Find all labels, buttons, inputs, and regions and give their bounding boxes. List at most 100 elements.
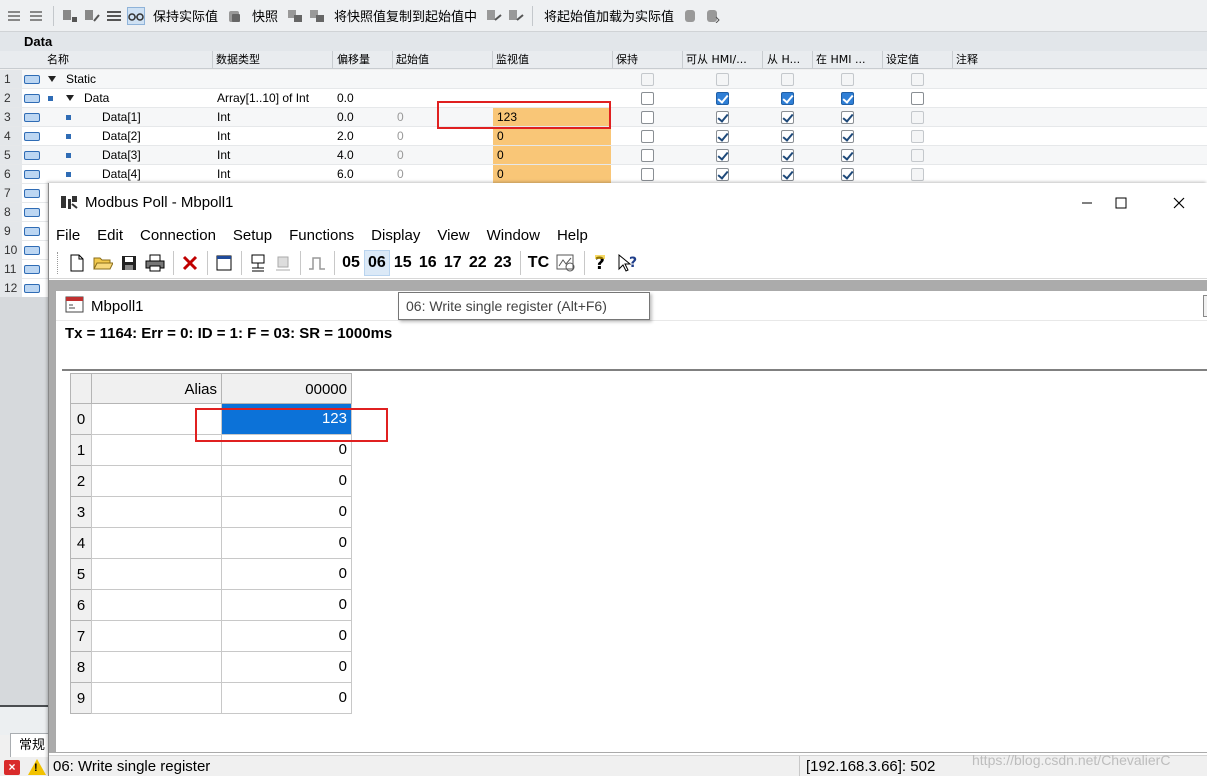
col-start[interactable]: 起始值 xyxy=(396,51,429,68)
alias-cell[interactable] xyxy=(91,466,222,497)
copy-snapshot-icon[interactable] xyxy=(286,7,304,25)
tab-general[interactable]: 常规 xyxy=(10,733,50,757)
menu-view[interactable]: View xyxy=(436,226,470,245)
fc-22-button[interactable]: 22 xyxy=(466,250,490,276)
menu-edit[interactable]: Edit xyxy=(96,226,124,245)
fc-17-button[interactable]: 17 xyxy=(441,250,465,276)
alias-cell[interactable] xyxy=(91,497,222,528)
menu-file[interactable]: File xyxy=(55,226,81,245)
col-retain[interactable]: 保持 xyxy=(616,51,638,68)
alias-cell[interactable] xyxy=(91,683,222,714)
alias-cell[interactable] xyxy=(91,528,222,559)
alias-cell[interactable] xyxy=(91,652,222,683)
fc-16-button[interactable]: 16 xyxy=(416,250,440,276)
register-cell[interactable]: 0 xyxy=(221,528,352,559)
print-icon[interactable] xyxy=(142,250,168,276)
connect-icon[interactable] xyxy=(246,250,270,276)
close-button[interactable] xyxy=(1156,189,1202,217)
load-start-icon[interactable] xyxy=(485,7,503,25)
fc-15-button[interactable]: 15 xyxy=(391,250,415,276)
register-cell[interactable]: 0 xyxy=(221,621,352,652)
tc-button[interactable]: TC xyxy=(525,250,552,276)
col-monitor[interactable]: 监视值 xyxy=(496,51,529,68)
load-start-icon-2[interactable] xyxy=(507,7,525,25)
register-cell[interactable]: 0 xyxy=(221,497,352,528)
col-in-hmi[interactable]: 在 HMI ... xyxy=(816,51,866,68)
context-help-icon[interactable]: ? xyxy=(614,250,642,276)
fc-23-button[interactable]: 23 xyxy=(491,250,515,276)
menu-window[interactable]: Window xyxy=(486,226,541,245)
error-icon[interactable]: × xyxy=(4,760,20,775)
col-name[interactable]: 名称 xyxy=(47,51,69,68)
alias-header[interactable]: Alias xyxy=(91,373,222,404)
title-bar[interactable]: Modbus Poll - Mbpoll1 xyxy=(49,183,1207,223)
monitor-value[interactable]: 0 xyxy=(497,127,504,145)
collapse-arrow-icon[interactable] xyxy=(66,95,74,101)
register-cell[interactable]: 0 xyxy=(221,683,352,714)
table-row[interactable]: 5 Data[3] Int 4.0 0 0 xyxy=(0,146,1207,165)
collapse-arrow-icon[interactable] xyxy=(48,76,56,82)
col-hmi-access[interactable]: 可从 HMI/... xyxy=(686,51,747,68)
maximize-button[interactable] xyxy=(1098,189,1144,217)
monitor-value[interactable]: 0 xyxy=(497,165,504,183)
alias-cell[interactable] xyxy=(91,621,222,652)
register-cell[interactable]: 0 xyxy=(221,559,352,590)
snapshot-button[interactable]: 快照 xyxy=(252,6,278,25)
db-icon[interactable] xyxy=(682,7,700,25)
menu-setup[interactable]: Setup xyxy=(232,226,273,245)
table-row[interactable]: 4 Data[2] Int 2.0 0 0 xyxy=(0,127,1207,146)
copy-snapshot-icon-2[interactable] xyxy=(308,7,326,25)
alias-cell[interactable] xyxy=(91,435,222,466)
col-setpoint[interactable]: 设定值 xyxy=(886,51,919,68)
register-cell[interactable]: 0 xyxy=(221,466,352,497)
col-comment[interactable]: 注释 xyxy=(956,51,978,68)
expand-icon[interactable] xyxy=(61,7,79,25)
save-icon[interactable] xyxy=(117,250,141,276)
new-file-icon[interactable] xyxy=(65,250,89,276)
register-cell[interactable]: 0 xyxy=(221,590,352,621)
monitor-glasses-icon[interactable] xyxy=(127,6,145,25)
list-icon[interactable] xyxy=(105,7,123,25)
table-row[interactable]: 11 xyxy=(0,260,48,279)
table-row[interactable]: 10 xyxy=(0,241,48,260)
address-header[interactable]: 00000 xyxy=(221,373,352,404)
collapse-icon[interactable] xyxy=(83,7,101,25)
load-start-button[interactable]: 将起始值加载为实际值 xyxy=(544,6,674,25)
table-row[interactable]: 9 xyxy=(0,222,48,241)
register-cell[interactable]: 0 xyxy=(221,652,352,683)
register-cell[interactable]: 0 xyxy=(221,435,352,466)
pulse-icon[interactable] xyxy=(305,250,329,276)
menu-functions[interactable]: Functions xyxy=(288,226,355,245)
menu-display[interactable]: Display xyxy=(370,226,421,245)
insert-row-icon[interactable] xyxy=(6,7,24,25)
table-row[interactable]: 3 Data[1] Int 0.0 0 123 xyxy=(0,108,1207,127)
open-folder-icon[interactable] xyxy=(90,250,116,276)
child-window-button[interactable] xyxy=(1203,295,1207,317)
menu-connection[interactable]: Connection xyxy=(139,226,217,245)
communication-traffic-icon[interactable] xyxy=(553,250,579,276)
col-offset[interactable]: 偏移量 xyxy=(337,51,370,68)
table-row[interactable]: 12 xyxy=(0,279,48,298)
window-icon[interactable] xyxy=(212,250,236,276)
alias-cell[interactable] xyxy=(91,559,222,590)
col-datatype[interactable]: 数据类型 xyxy=(216,51,260,68)
table-row[interactable]: 2 Data Array[1..10] of Int 0.0 xyxy=(0,89,1207,108)
db-download-icon[interactable] xyxy=(704,7,722,25)
keep-actual-button[interactable]: 保持实际值 xyxy=(153,6,218,25)
menu-help[interactable]: Help xyxy=(556,226,589,245)
table-row[interactable]: 6 Data[4] Int 6.0 0 0 xyxy=(0,165,1207,184)
table-row[interactable]: 7 xyxy=(0,184,48,203)
alias-cell[interactable] xyxy=(91,404,222,435)
delete-icon[interactable] xyxy=(178,250,202,276)
help-icon[interactable]: ? xyxy=(589,250,613,276)
alias-cell[interactable] xyxy=(91,590,222,621)
col-from-hmi[interactable]: 从 H... xyxy=(767,51,800,68)
register-cell[interactable]: 123 xyxy=(221,404,352,435)
table-row[interactable]: 1 Static xyxy=(0,70,1207,89)
fc-05-button[interactable]: 05 xyxy=(339,250,363,276)
disconnect-icon[interactable] xyxy=(271,250,295,276)
monitor-value[interactable]: 0 xyxy=(497,146,504,164)
fc-06-button[interactable]: 06 xyxy=(364,249,390,276)
add-row-icon[interactable] xyxy=(28,7,46,25)
monitor-value[interactable]: 123 xyxy=(497,108,517,126)
